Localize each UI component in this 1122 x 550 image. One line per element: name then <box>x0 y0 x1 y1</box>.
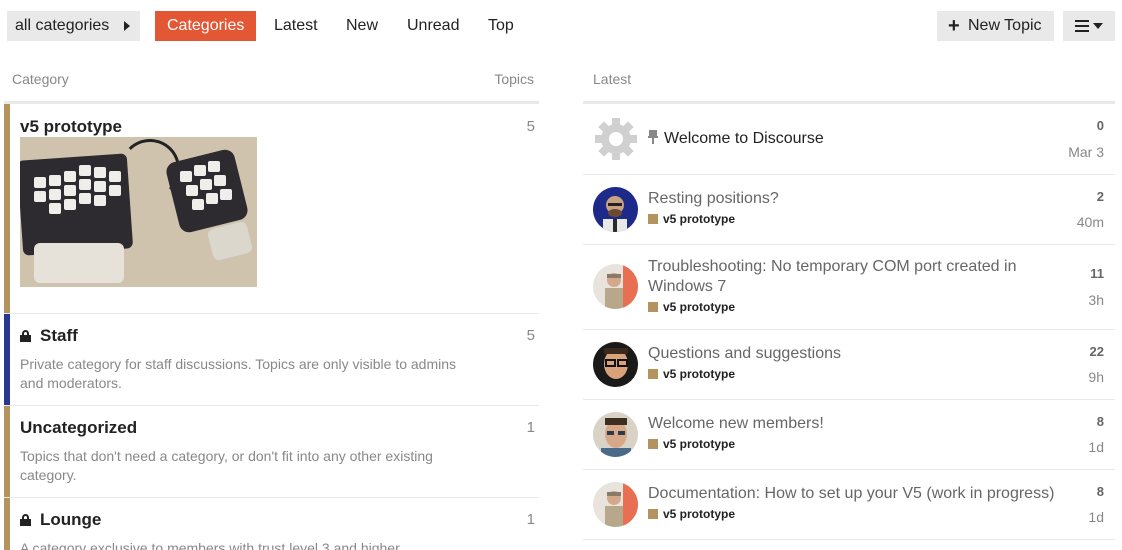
avatar[interactable] <box>593 187 638 232</box>
category-description: A category exclusive to members with tru… <box>20 540 403 550</box>
category-name: Staff <box>40 326 78 345</box>
topic-title[interactable]: Welcome new members! <box>648 414 1048 434</box>
category-logo-image <box>20 137 257 287</box>
category-dropdown[interactable]: all categories <box>7 11 140 41</box>
category-badge[interactable]: v5 prototype <box>648 300 735 314</box>
category-color-square <box>648 214 658 224</box>
category-badge-label: v5 prototype <box>663 212 736 226</box>
category-badge-label: v5 prototype <box>663 507 736 521</box>
nav-new[interactable]: New <box>334 11 390 41</box>
category-color-bar <box>4 498 10 550</box>
topic-row: Welcome to Discourse 0 Mar 3 <box>583 104 1115 175</box>
category-topic-count: 1 <box>526 419 535 436</box>
category-row-staff: Staff 5 Private category for staff discu… <box>4 314 539 406</box>
category-name[interactable]: Uncategorized <box>20 418 137 438</box>
categories-table-header: Category Topics <box>12 71 534 87</box>
category-color-square <box>648 439 658 449</box>
category-badge[interactable]: v5 prototype <box>648 507 735 521</box>
topic-post-count[interactable]: 2 <box>1097 189 1104 204</box>
topic-post-count[interactable]: 0 <box>1097 118 1104 133</box>
topic-title-wrapper[interactable]: Welcome to Discourse <box>648 129 1048 149</box>
category-description: Topics that don't need a category, or do… <box>20 448 433 483</box>
avatar[interactable] <box>593 482 638 527</box>
category-row-uncategorized: Uncategorized 1 Topics that don't need a… <box>4 406 539 498</box>
category-color-square <box>648 369 658 379</box>
category-row-lounge: Lounge 1 A category exclusive to members… <box>4 498 539 550</box>
caret-right-icon <box>124 21 130 31</box>
category-dropdown-label: all categories <box>15 17 110 34</box>
category-topic-count: 5 <box>526 118 535 135</box>
avatar[interactable] <box>593 412 638 457</box>
pin-icon <box>648 130 658 144</box>
new-topic-button[interactable]: + New Topic <box>937 11 1054 41</box>
latest-header: Latest <box>593 71 632 87</box>
plus-icon: + <box>948 15 960 37</box>
category-color-bar <box>4 104 10 313</box>
topic-activity-age[interactable]: 40m <box>1077 214 1104 230</box>
topic-title: Welcome to Discourse <box>664 130 824 147</box>
topic-post-count[interactable]: 8 <box>1097 484 1104 499</box>
hamburger-icon <box>1075 20 1089 32</box>
topic-activity-age[interactable]: 3h <box>1088 292 1104 308</box>
category-row-v5-prototype: v5 prototype 5 <box>4 104 539 314</box>
topics-column-header: Topics <box>494 71 534 87</box>
topic-activity-age[interactable]: 9h <box>1088 369 1104 385</box>
topic-title[interactable]: Resting positions? <box>648 189 1048 209</box>
topic-post-count[interactable]: 11 <box>1090 266 1104 281</box>
category-color-square <box>648 509 658 519</box>
category-badge-label: v5 prototype <box>663 367 736 381</box>
caret-down-icon <box>1093 23 1103 29</box>
topic-row: Questions and suggestions v5 prototype 2… <box>583 330 1115 400</box>
topic-activity-age[interactable]: 1d <box>1088 439 1104 455</box>
category-badge[interactable]: v5 prototype <box>648 212 735 226</box>
avatar[interactable] <box>593 342 638 387</box>
nav-unread[interactable]: Unread <box>395 11 471 41</box>
gear-icon <box>595 118 637 160</box>
category-name[interactable]: v5 prototype <box>20 117 122 137</box>
category-name-wrapper[interactable]: Lounge <box>20 510 101 530</box>
topic-post-count[interactable]: 8 <box>1097 414 1104 429</box>
avatar[interactable] <box>593 264 638 309</box>
lock-icon <box>20 330 31 342</box>
nav-latest[interactable]: Latest <box>262 11 330 41</box>
category-badge[interactable]: v5 prototype <box>648 437 735 451</box>
topic-row: Documentation: How to set up your V5 (wo… <box>583 470 1115 540</box>
category-column-header: Category <box>12 71 69 87</box>
category-name-wrapper[interactable]: Staff <box>20 326 78 346</box>
topic-post-count[interactable]: 22 <box>1090 344 1104 359</box>
list-options-button[interactable] <box>1063 11 1115 41</box>
category-topic-count: 5 <box>526 327 535 344</box>
new-topic-label: New Topic <box>968 17 1042 34</box>
topic-title[interactable]: Troubleshooting: No temporary COM port c… <box>648 257 1048 297</box>
category-badge-label: v5 prototype <box>663 437 736 451</box>
topic-activity-age[interactable]: 1d <box>1088 509 1104 525</box>
nav-categories[interactable]: Categories <box>155 11 257 41</box>
navigation-bar: all categories Categories Latest New Unr… <box>7 11 1115 41</box>
category-name: Lounge <box>40 510 102 529</box>
nav-top[interactable]: Top <box>476 11 526 41</box>
topic-title[interactable]: Documentation: How to set up your V5 (wo… <box>648 484 1068 504</box>
lock-icon <box>20 514 31 526</box>
topic-row: Welcome new members! v5 prototype 8 1d <box>583 400 1115 470</box>
category-color-square <box>648 302 658 312</box>
topic-activity-age[interactable]: Mar 3 <box>1068 144 1104 160</box>
category-color-bar <box>4 406 10 497</box>
category-description: Private category for staff discussions. … <box>20 356 457 391</box>
topic-title[interactable]: Questions and suggestions <box>648 344 1048 364</box>
category-badge[interactable]: v5 prototype <box>648 367 735 381</box>
topic-row: Troubleshooting: No temporary COM port c… <box>583 245 1115 330</box>
category-topic-count: 1 <box>526 511 535 528</box>
category-badge-label: v5 prototype <box>663 300 736 314</box>
topic-row: Resting positions? v5 prototype 2 40m <box>583 175 1115 245</box>
category-color-bar <box>4 314 10 405</box>
